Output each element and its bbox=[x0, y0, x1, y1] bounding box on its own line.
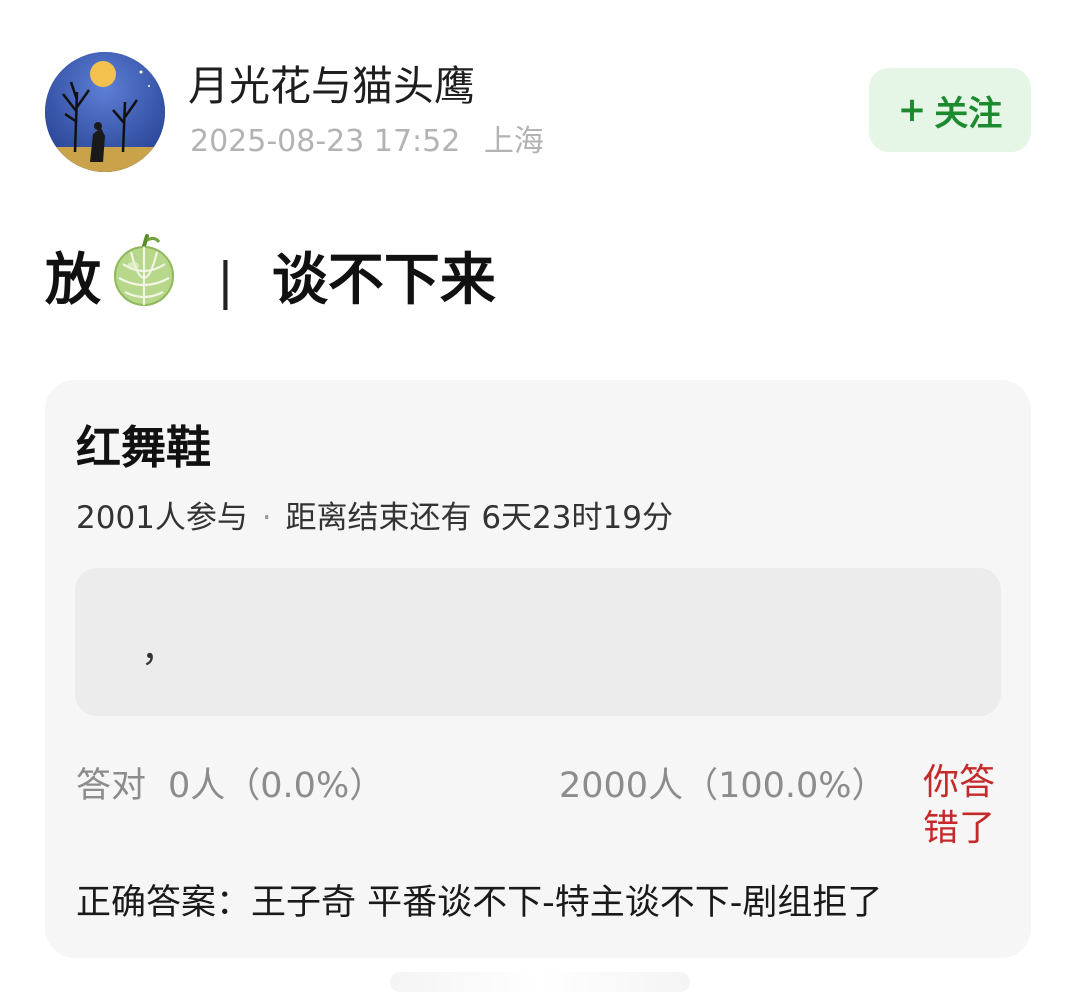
countdown: 距离结束还有 6天23时19分 bbox=[285, 500, 673, 536]
answer-input-box[interactable]: ， bbox=[75, 568, 1001, 716]
moon-tree-avatar-icon bbox=[45, 52, 165, 172]
quiz-card: 红舞鞋 2001人参与 · 距离结束还有 6天23时19分 ， 答对 0人（0.0… bbox=[45, 380, 1031, 958]
answer-input-text: ， bbox=[141, 629, 178, 670]
stats-dot: · bbox=[261, 500, 272, 536]
correct-count: 0人（0.0%） bbox=[168, 766, 385, 806]
post-title-suffix: 谈不下来 bbox=[271, 248, 496, 313]
follow-button[interactable]: + 关注 bbox=[869, 68, 1031, 152]
follow-button-label: 关注 bbox=[934, 93, 1003, 134]
post-location: 上海 bbox=[483, 124, 544, 159]
post-title: 放 | 谈不下来 bbox=[45, 234, 496, 328]
post-title-prefix: 放 bbox=[45, 248, 101, 313]
post-timestamp: 2025-08-23 17:52 bbox=[190, 124, 461, 159]
plus-icon: + bbox=[897, 90, 927, 130]
correct-answer: 正确答案：王子奇 平番谈不下-特主谈不下-剧组拒了 bbox=[76, 883, 883, 923]
post-meta: 2025-08-23 17:52 上海 bbox=[190, 122, 544, 162]
melon-icon bbox=[111, 234, 177, 328]
scroll-indicator bbox=[390, 972, 690, 992]
correct-stat: 答对 0人（0.0%） bbox=[76, 764, 384, 808]
wrong-answer-tag: 你答错了 bbox=[923, 762, 996, 849]
wrong-count: 2000人（100.0%） bbox=[559, 766, 887, 806]
quiz-stats: 2001人参与 · 距离结束还有 6天23时19分 bbox=[76, 496, 673, 540]
title-separator: | bbox=[217, 252, 234, 310]
quiz-title: 红舞鞋 bbox=[76, 421, 212, 474]
correct-label: 答对 bbox=[76, 766, 147, 806]
author-name[interactable]: 月光花与猫头鹰 bbox=[188, 60, 475, 112]
participant-count: 2001人参与 bbox=[76, 500, 248, 536]
avatar[interactable] bbox=[45, 52, 165, 172]
